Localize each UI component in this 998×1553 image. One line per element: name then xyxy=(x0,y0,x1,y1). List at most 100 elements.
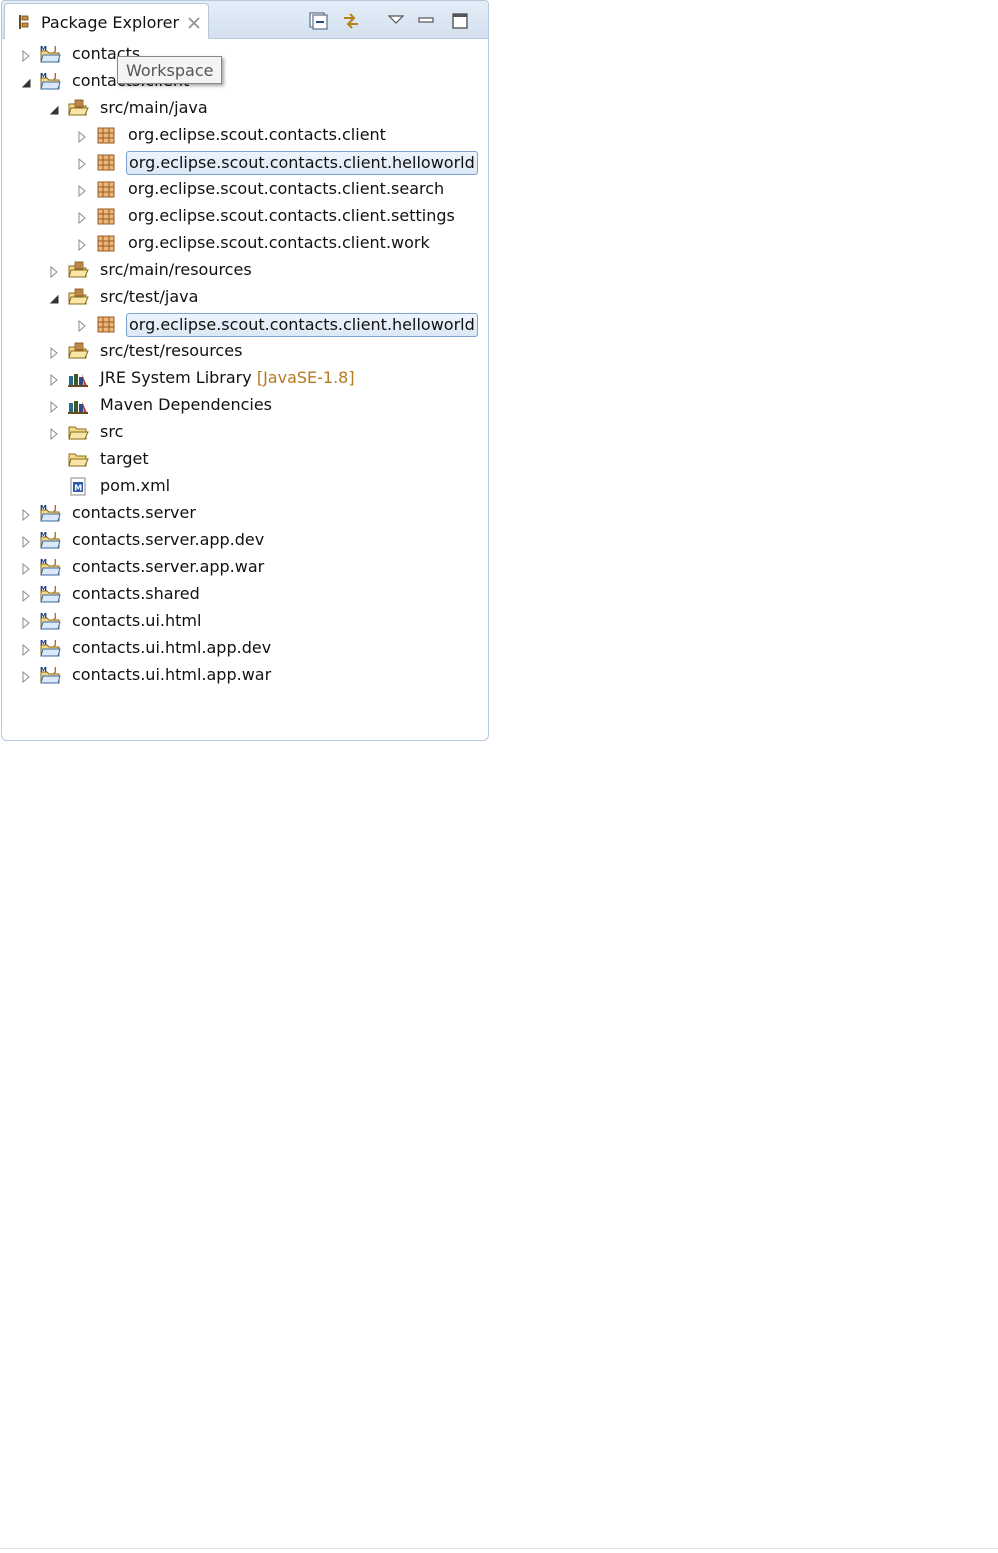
tree-item-label[interactable]: contacts.ui.html xyxy=(70,610,203,632)
tree-item[interactable]: target xyxy=(2,446,488,473)
tree-item-label[interactable]: org.eclipse.scout.contacts.client.hellow… xyxy=(126,151,478,175)
tree-item[interactable]: M J contacts.server.app.war xyxy=(2,554,488,581)
tree-item-text: Maven Dependencies xyxy=(100,395,273,414)
tree-item-label[interactable]: contacts.ui.html.app.dev xyxy=(70,637,273,659)
source-folder-icon xyxy=(67,95,91,121)
tree-item-label[interactable]: contacts.server.app.dev xyxy=(70,529,266,551)
collapsed-arrow-icon[interactable] xyxy=(20,641,32,657)
svg-text:M: M xyxy=(40,639,47,647)
collapsed-arrow-icon[interactable] xyxy=(76,155,88,171)
tree-item-label[interactable]: src xyxy=(98,421,125,443)
tree-item-label[interactable]: contacts.server.app.war xyxy=(70,556,266,578)
collapsed-arrow-icon[interactable] xyxy=(76,209,88,225)
tree-item-label[interactable]: contacts.server xyxy=(70,502,198,524)
tree-item[interactable]: M Jcontacts.ui.html.app.dev xyxy=(2,635,488,662)
expanded-arrow-icon[interactable] xyxy=(48,101,60,115)
link-with-editor-icon[interactable] xyxy=(340,10,362,32)
collapsed-arrow-icon[interactable] xyxy=(20,47,32,63)
source-folder-icon xyxy=(67,338,91,364)
tree-item-label[interactable]: src/test/resources xyxy=(98,340,244,362)
tree-item-label[interactable]: org.eclipse.scout.contacts.client.search xyxy=(126,178,446,200)
tree-item[interactable]: org.eclipse.scout.contacts.client.hellow… xyxy=(2,311,488,338)
svg-text:M: M xyxy=(40,585,47,593)
tree-item-label[interactable]: Maven Dependencies xyxy=(98,394,274,416)
tree-item-text: org.eclipse.scout.contacts.client.search xyxy=(128,179,445,198)
collapsed-arrow-icon[interactable] xyxy=(76,182,88,198)
tree-item-label[interactable]: JRE System Library [JavaSE-1.8] xyxy=(98,367,357,389)
tree-item-label[interactable]: org.eclipse.scout.contacts.client.work xyxy=(126,232,432,254)
tree-item[interactable]: src/test/resources xyxy=(2,338,488,365)
view-menu-icon[interactable] xyxy=(385,10,407,32)
collapsed-arrow-icon[interactable] xyxy=(76,317,88,333)
tree-item[interactable]: Maven Dependencies xyxy=(2,392,488,419)
tree-item-label[interactable]: org.eclipse.scout.contacts.client.hellow… xyxy=(126,313,478,337)
maximize-icon[interactable] xyxy=(449,10,471,32)
collapsed-arrow-icon[interactable] xyxy=(48,263,60,279)
collapsed-arrow-icon[interactable] xyxy=(48,398,60,414)
package-icon xyxy=(95,176,119,202)
collapsed-arrow-icon[interactable] xyxy=(20,560,32,576)
collapsed-arrow-icon[interactable] xyxy=(76,236,88,252)
collapsed-arrow-icon[interactable] xyxy=(48,371,60,387)
tree-item[interactable]: org.eclipse.scout.contacts.client.search xyxy=(2,176,488,203)
tree-item[interactable]: Mpom.xml xyxy=(2,473,488,500)
svg-text:J: J xyxy=(53,72,57,80)
svg-text:J: J xyxy=(53,531,57,539)
tree-item[interactable]: org.eclipse.scout.contacts.client xyxy=(2,122,488,149)
tree-item[interactable]: org.eclipse.scout.contacts.client.hellow… xyxy=(2,149,488,176)
svg-text:J: J xyxy=(53,585,57,593)
tree-item[interactable]: src/main/java xyxy=(2,95,488,122)
tree-item-label[interactable]: contacts.ui.html.app.war xyxy=(70,664,273,686)
source-folder-icon xyxy=(67,284,91,310)
svg-text:J: J xyxy=(53,612,57,620)
collapsed-arrow-icon[interactable] xyxy=(48,425,60,441)
close-icon[interactable] xyxy=(186,15,202,31)
tree-item-text: JRE System Library xyxy=(100,368,252,387)
folder-icon xyxy=(67,419,91,445)
tree-item-label[interactable]: src/main/java xyxy=(98,97,210,119)
package-explorer-view: Package Explorer MJcontactsMJcontacts.cl… xyxy=(1,0,489,741)
tree-item-label[interactable]: org.eclipse.scout.contacts.client xyxy=(126,124,388,146)
tree-item-label[interactable]: pom.xml xyxy=(98,475,172,497)
tree-item[interactable]: M Jcontacts.ui.html.app.war xyxy=(2,662,488,689)
tree-item-label[interactable]: contacts.shared xyxy=(70,583,202,605)
collapsed-arrow-icon[interactable] xyxy=(76,128,88,144)
tree-item[interactable]: M Jcontacts.server.app.dev xyxy=(2,527,488,554)
tree-item[interactable]: src xyxy=(2,419,488,446)
tree-item[interactable]: M Jcontacts.ui.html xyxy=(2,608,488,635)
tree-item-text: src/main/java xyxy=(100,98,208,117)
tree-item-text: src/test/java xyxy=(100,287,199,306)
collapsed-arrow-icon[interactable] xyxy=(20,506,32,522)
tree-item[interactable]: M J contacts.server xyxy=(2,500,488,527)
tree-item-label[interactable]: src/test/java xyxy=(98,286,200,308)
collapsed-arrow-icon[interactable] xyxy=(48,344,60,360)
collapsed-arrow-icon[interactable] xyxy=(20,614,32,630)
tree-item[interactable]: org.eclipse.scout.contacts.client.settin… xyxy=(2,203,488,230)
tree-item-label[interactable]: target xyxy=(98,448,151,470)
minimize-icon[interactable] xyxy=(415,10,437,32)
tree-item[interactable]: src/test/java xyxy=(2,284,488,311)
tooltip: Workspace xyxy=(117,56,223,84)
tree-item-text: org.eclipse.scout.contacts.client xyxy=(128,125,386,144)
collapsed-arrow-icon[interactable] xyxy=(20,587,32,603)
tree-item[interactable]: org.eclipse.scout.contacts.client.work xyxy=(2,230,488,257)
svg-text:M: M xyxy=(40,45,47,53)
expanded-arrow-icon[interactable] xyxy=(48,290,60,304)
tree-item-label[interactable]: src/main/resources xyxy=(98,259,254,281)
tree-item[interactable]: M Jcontacts xyxy=(2,41,488,68)
package-explorer-tab[interactable]: Package Explorer xyxy=(4,3,209,39)
tree-item[interactable]: MJcontacts.client xyxy=(2,68,488,95)
collapse-all-icon[interactable] xyxy=(307,10,329,32)
collapsed-arrow-icon[interactable] xyxy=(20,668,32,684)
maven-project-icon: MJ xyxy=(39,554,63,580)
tree-item[interactable]: JRE System Library [JavaSE-1.8] xyxy=(2,365,488,392)
tree-item[interactable]: src/main/resources xyxy=(2,257,488,284)
maven-project-icon: MJ xyxy=(39,500,63,526)
tree-item-label[interactable]: org.eclipse.scout.contacts.client.settin… xyxy=(126,205,457,227)
pom-file-icon: M xyxy=(67,473,91,499)
library-icon xyxy=(67,392,91,418)
expanded-arrow-icon[interactable] xyxy=(20,74,32,88)
collapsed-arrow-icon[interactable] xyxy=(20,533,32,549)
folder-icon xyxy=(67,446,91,472)
tree-item[interactable]: M Jcontacts.shared xyxy=(2,581,488,608)
